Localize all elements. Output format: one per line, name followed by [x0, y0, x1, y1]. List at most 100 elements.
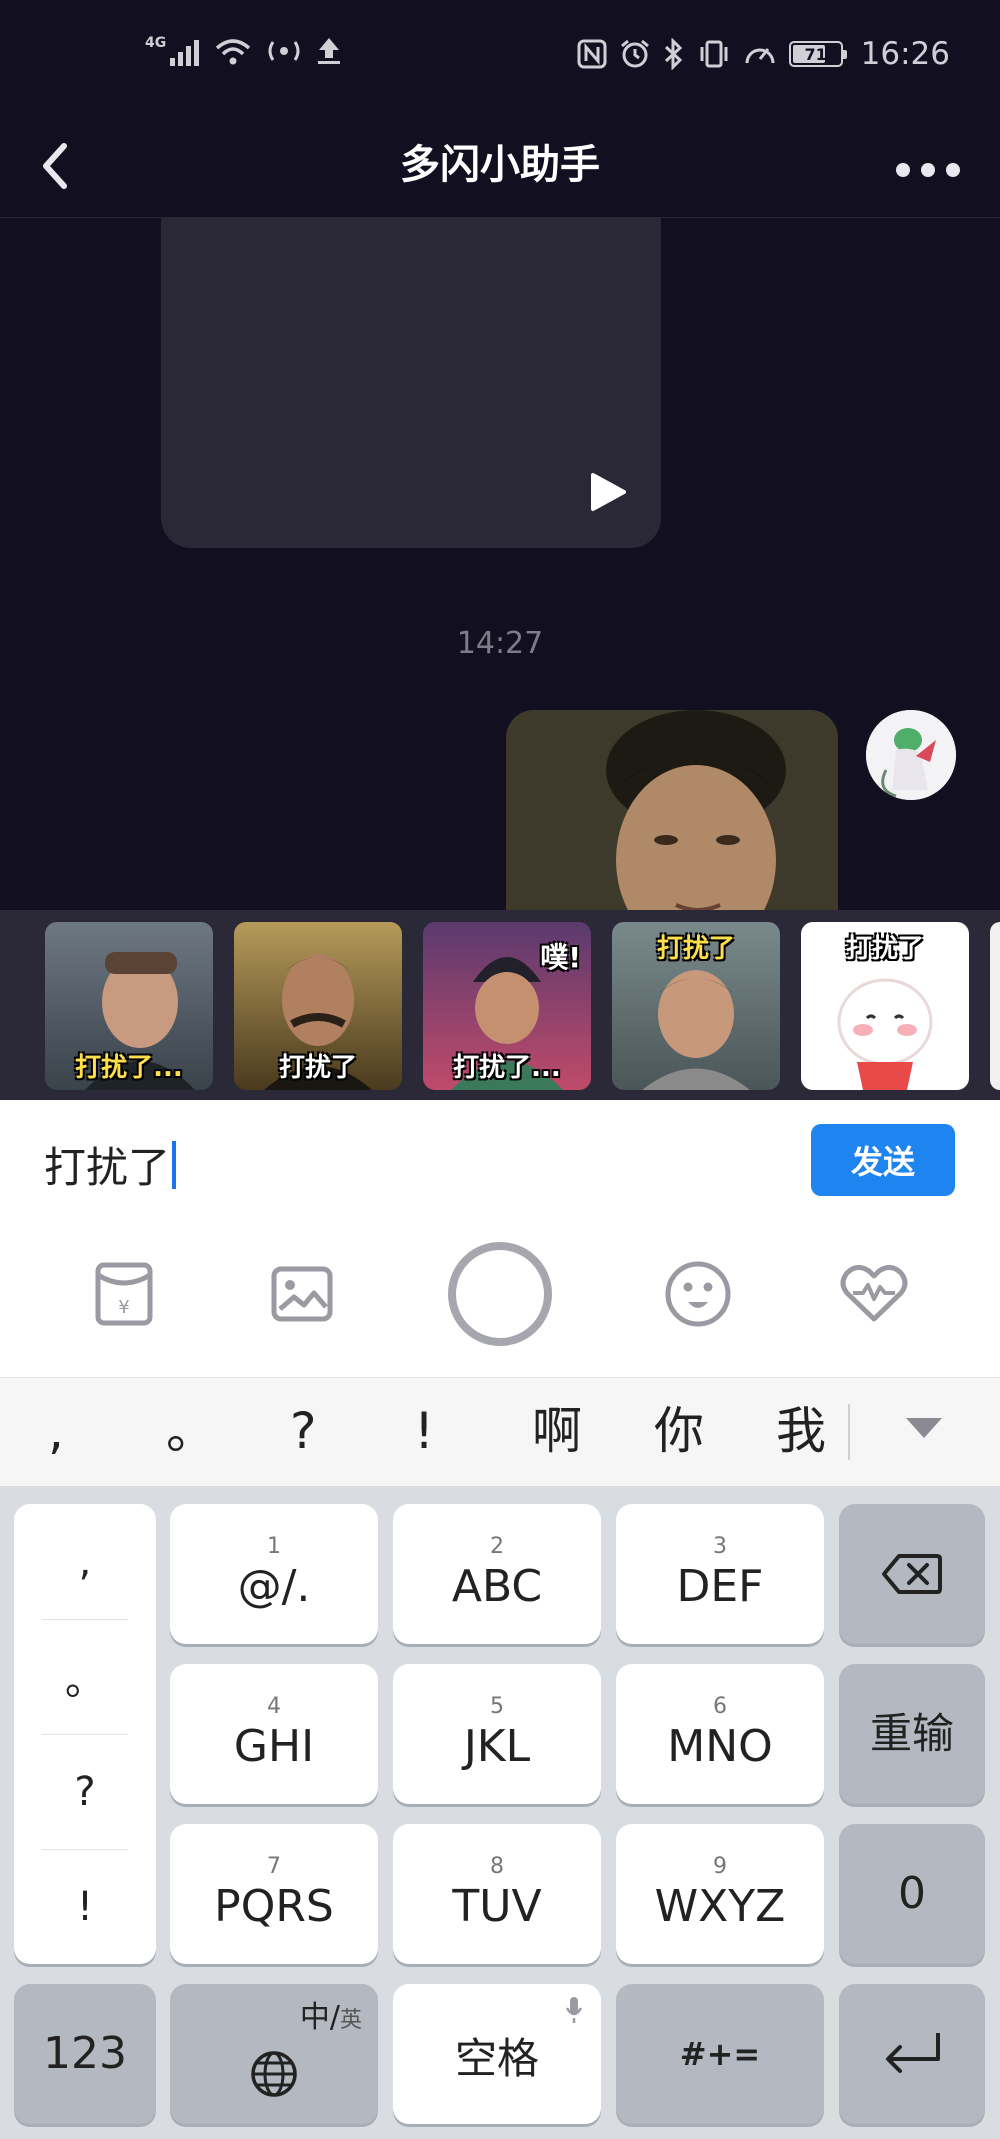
heart-icon: [840, 1265, 908, 1322]
lang-en-label: 英: [339, 2008, 362, 2033]
signal-icon: [170, 36, 200, 66]
key-4[interactable]: 4 GHI: [170, 1664, 378, 1804]
candidate-item[interactable]: ?: [290, 1396, 317, 1466]
image-button[interactable]: [262, 1254, 342, 1334]
candidate-item[interactable]: !: [414, 1396, 434, 1466]
collapse-keyboard-icon[interactable]: [906, 1418, 942, 1438]
key-5[interactable]: 5 JKL: [393, 1664, 601, 1804]
enter-key[interactable]: [839, 1984, 985, 2124]
sticker-item[interactable]: [990, 922, 1000, 1090]
sticker-item[interactable]: 打扰了: [234, 922, 402, 1090]
more-button[interactable]: [896, 150, 960, 190]
chat-toolbar: ¥: [0, 1222, 1000, 1378]
record-button[interactable]: [444, 1238, 556, 1350]
key-number: 4: [267, 1694, 281, 1719]
sticker-item[interactable]: 打扰了: [801, 922, 969, 1090]
red-packet-button[interactable]: ¥: [84, 1254, 164, 1334]
enter-icon: [886, 2033, 940, 2073]
chat-area[interactable]: 14:27: [0, 218, 1000, 910]
key-label: #+=: [679, 2035, 761, 2073]
candidate-item[interactable]: 啊: [532, 1396, 582, 1466]
key-number: 5: [490, 1694, 504, 1719]
back-button[interactable]: [40, 136, 100, 196]
key-8[interactable]: 8 TUV: [393, 1824, 601, 1964]
candidate-bar: , 。 ? ! 啊 你 我: [0, 1378, 1000, 1486]
speed-icon: [745, 48, 775, 64]
play-icon[interactable]: [589, 472, 627, 512]
network-type: 4G: [145, 35, 167, 51]
key-label: @/.: [237, 1561, 311, 1612]
portrait-image: [506, 710, 838, 910]
sticker-item[interactable]: 打扰了...: [45, 922, 213, 1090]
key-7[interactable]: 7 PQRS: [170, 1824, 378, 1964]
key-9[interactable]: 9 WXYZ: [616, 1824, 824, 1964]
message-input-value: 打扰了: [44, 1143, 171, 1192]
microphone-icon: [565, 1997, 583, 2023]
title-bar: 多闪小助手: [0, 116, 1000, 218]
avatar[interactable]: [866, 710, 956, 800]
backspace-key[interactable]: [839, 1504, 985, 1644]
battery-level-text: 71: [804, 44, 827, 64]
key-label: GHI: [233, 1721, 315, 1772]
bluetooth-icon: [664, 38, 682, 70]
key-label: 0: [898, 1868, 926, 1919]
retype-key[interactable]: 重输: [839, 1664, 985, 1804]
emoji-button[interactable]: [658, 1254, 738, 1334]
alarm-icon: [620, 39, 649, 68]
image-icon: [271, 1266, 333, 1322]
video-message[interactable]: [161, 218, 661, 548]
key-label: 重输: [869, 1709, 954, 1758]
key-number: 9: [713, 1854, 727, 1879]
emoji-icon: [665, 1261, 731, 1327]
key-label: MNO: [667, 1721, 773, 1772]
record-icon: [448, 1242, 552, 1346]
backspace-icon: [882, 1554, 942, 1594]
avatar-image: [866, 710, 956, 800]
key-number: 6: [713, 1694, 727, 1719]
key-label: 空格: [454, 2034, 539, 2083]
sticker-item[interactable]: 噗! 打扰了...: [423, 922, 591, 1090]
lang-cn-label: 中/: [299, 2000, 340, 2035]
key-label: ABC: [451, 1561, 543, 1612]
red-packet-icon: ¥: [95, 1262, 153, 1326]
key-0[interactable]: 0: [839, 1824, 985, 1964]
favorite-button[interactable]: [834, 1254, 914, 1334]
key-2[interactable]: 2 ABC: [393, 1504, 601, 1644]
key-3[interactable]: 3 DEF: [616, 1504, 824, 1644]
sticker-caption: 打扰了: [278, 1053, 357, 1083]
punct-key[interactable]: 。: [14, 1619, 156, 1734]
punctuation-column[interactable]: , 。 ? !: [14, 1504, 156, 1964]
candidate-item[interactable]: 你: [654, 1396, 704, 1466]
wifi-icon: [216, 39, 251, 65]
image-message[interactable]: [506, 710, 838, 910]
candidate-item[interactable]: 。: [166, 1396, 216, 1466]
clock: 16:26: [860, 36, 950, 72]
battery-icon: 71: [788, 41, 847, 67]
more-dot-icon: [921, 163, 935, 177]
svg-text:¥: ¥: [118, 1297, 129, 1318]
key-1[interactable]: 1 @/.: [170, 1504, 378, 1644]
candidate-item[interactable]: ,: [48, 1396, 64, 1466]
send-button[interactable]: 发送: [811, 1124, 955, 1196]
message-input[interactable]: 打扰了: [44, 1134, 177, 1195]
numbers-key[interactable]: 123: [14, 1984, 156, 2124]
chevron-left-icon: [43, 143, 67, 189]
status-bar: 4G 71 16:26: [0, 0, 1000, 116]
punct-key[interactable]: !: [14, 1849, 156, 1964]
sticker-extra-text: 噗!: [540, 941, 581, 974]
upload-icon: [318, 38, 341, 64]
more-dot-icon: [896, 163, 910, 177]
key-label: 123: [43, 2028, 127, 2079]
sticker-caption: 打扰了: [656, 934, 735, 964]
sticker-item[interactable]: 打扰了: [612, 922, 780, 1090]
key-6[interactable]: 6 MNO: [616, 1664, 824, 1804]
space-key[interactable]: 空格: [393, 1984, 601, 2124]
nfc-icon: [577, 39, 607, 69]
punct-key[interactable]: ?: [14, 1734, 156, 1849]
language-key[interactable]: 中/英: [170, 1984, 378, 2124]
candidate-item[interactable]: 我: [776, 1396, 826, 1466]
symbols-key[interactable]: #+=: [616, 1984, 824, 2124]
key-number: 8: [490, 1854, 504, 1879]
punct-key[interactable]: ,: [14, 1504, 156, 1619]
language-indicator: 中/英: [300, 1992, 362, 2036]
